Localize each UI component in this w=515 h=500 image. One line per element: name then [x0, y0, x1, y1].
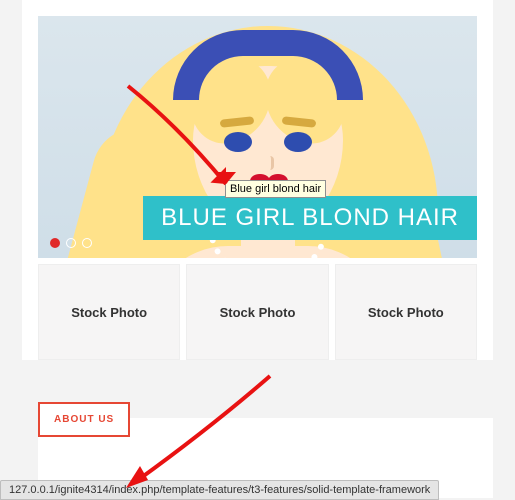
hero-slider[interactable]: BLUE GIRL BLOND HAIR Blue girl blond hai…: [38, 16, 477, 258]
thumbnail-item[interactable]: Stock Photo: [38, 264, 180, 360]
thumbnail-item[interactable]: Stock Photo: [186, 264, 328, 360]
annotation-arrow-icon: [120, 368, 290, 498]
slider-dot-3[interactable]: [82, 238, 92, 248]
illustration-eye: [284, 132, 312, 152]
slider-dots: [50, 238, 92, 248]
illustration-nose: [264, 156, 274, 170]
thumbnail-row: Stock Photo Stock Photo Stock Photo: [38, 264, 477, 360]
slider-dot-2[interactable]: [66, 238, 76, 248]
thumbnail-item[interactable]: Stock Photo: [335, 264, 477, 360]
thumbnail-label: Stock Photo: [71, 305, 147, 320]
thumbnail-label: Stock Photo: [220, 305, 296, 320]
slider-dot-1[interactable]: [50, 238, 60, 248]
page-card: BLUE GIRL BLOND HAIR Blue girl blond hai…: [22, 0, 493, 360]
annotation-arrow-icon: [118, 76, 258, 206]
about-us-tab[interactable]: ABOUT US: [38, 402, 130, 437]
thumbnail-label: Stock Photo: [368, 305, 444, 320]
